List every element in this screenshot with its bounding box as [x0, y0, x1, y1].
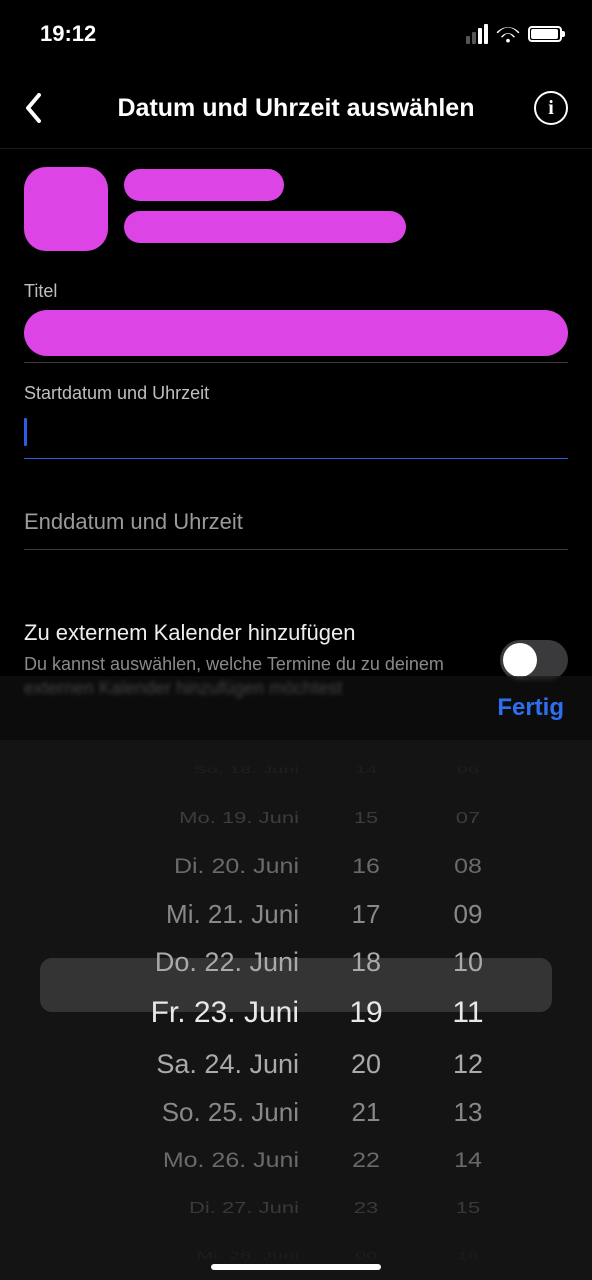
hour-option[interactable]: 20 [351, 1040, 381, 1088]
text-caret [24, 418, 27, 446]
start-datetime-field[interactable]: Startdatum und Uhrzeit [24, 383, 568, 459]
redacted-avatar [24, 167, 108, 251]
title-input-redacted[interactable] [24, 310, 568, 356]
cellular-icon [466, 24, 488, 44]
title-label: Titel [24, 281, 568, 302]
picker-toolbar: Fertig [0, 676, 592, 740]
hour-option[interactable]: 22 [352, 1140, 380, 1181]
hour-option[interactable]: 17 [352, 890, 381, 938]
min-option[interactable]: 09 [454, 890, 483, 938]
header: Datum und Uhrzeit auswählen i [0, 56, 592, 149]
picker-area: So. 18. Juni Mo. 19. Juni Di. 20. JuniMi. … [0, 740, 592, 1280]
hour-option[interactable]: 19 [349, 986, 382, 1040]
date-wheel[interactable]: So. 18. Juni Mo. 19. Juni Di. 20. JuniMi. … [89, 746, 299, 1280]
battery-icon [528, 26, 562, 42]
hour-option[interactable]: 23 [354, 1191, 378, 1225]
date-option[interactable]: Fr. 23. Juni [151, 986, 299, 1040]
min-option[interactable]: 07 [456, 801, 480, 835]
back-button[interactable] [24, 86, 68, 130]
min-option[interactable]: 15 [456, 1191, 480, 1225]
hour-option[interactable]: 21 [352, 1088, 381, 1136]
status-indicators [466, 24, 562, 44]
min-option[interactable]: 08 [454, 846, 482, 887]
hour-option[interactable]: 16 [352, 846, 380, 887]
page-title: Datum und Uhrzeit auswählen [68, 94, 524, 123]
hour-wheel[interactable]: 1415161718192021222300 [331, 746, 401, 1280]
min-option[interactable]: 10 [453, 938, 483, 986]
info-icon: i [534, 91, 568, 125]
chevron-left-icon [24, 93, 42, 123]
date-option[interactable]: Di. 27. Juni [189, 1191, 299, 1225]
date-option[interactable]: Mo. 26. Juni [163, 1140, 299, 1181]
hour-option[interactable]: 18 [351, 938, 381, 986]
home-indicator[interactable] [211, 1264, 381, 1270]
redacted-line-2 [124, 211, 406, 243]
end-datetime-field[interactable]: Enddatum und Uhrzeit [24, 479, 568, 550]
date-option[interactable]: So. 25. Juni [162, 1088, 299, 1136]
start-input[interactable] [24, 412, 568, 452]
date-option[interactable]: So. 18. Juni [193, 758, 299, 782]
title-field: Titel [24, 281, 568, 363]
minute-wheel[interactable]: 06 07 08091011121314 15 16 [433, 746, 503, 1280]
end-placeholder: Enddatum und Uhrzeit [24, 479, 568, 543]
toggle-knob [503, 643, 537, 677]
item-summary [0, 149, 592, 251]
start-label: Startdatum und Uhrzeit [24, 383, 568, 404]
date-option[interactable]: Mo. 19. Juni [179, 801, 299, 835]
info-button[interactable]: i [524, 86, 568, 130]
date-option[interactable]: Do. 22. Juni [155, 938, 299, 986]
hour-option[interactable]: 14 [355, 758, 377, 782]
date-option[interactable]: Sa. 24. Juni [156, 1040, 299, 1088]
min-option[interactable]: 12 [453, 1040, 483, 1088]
min-option[interactable]: 06 [457, 758, 479, 782]
date-option[interactable]: Di. 20. Juni [174, 846, 299, 887]
hour-option[interactable]: 15 [354, 801, 378, 835]
datetime-picker-sheet: Fertig So. 18. Juni Mo. 19. Juni Di. 20. J… [0, 676, 592, 1280]
external-calendar-title: Zu externem Kalender hinzufügen [24, 620, 486, 646]
status-time: 19:12 [40, 21, 96, 47]
min-option[interactable]: 11 [452, 986, 483, 1040]
external-calendar-toggle[interactable] [500, 640, 568, 680]
min-option[interactable]: 13 [454, 1088, 483, 1136]
redacted-line-1 [124, 169, 284, 201]
done-button[interactable]: Fertig [497, 694, 564, 722]
status-bar: 19:12 [0, 0, 592, 56]
min-option[interactable]: 16 [457, 1244, 479, 1268]
min-option[interactable]: 14 [454, 1140, 482, 1181]
wifi-icon [496, 25, 520, 43]
date-option[interactable]: Mi. 21. Juni [166, 890, 299, 938]
